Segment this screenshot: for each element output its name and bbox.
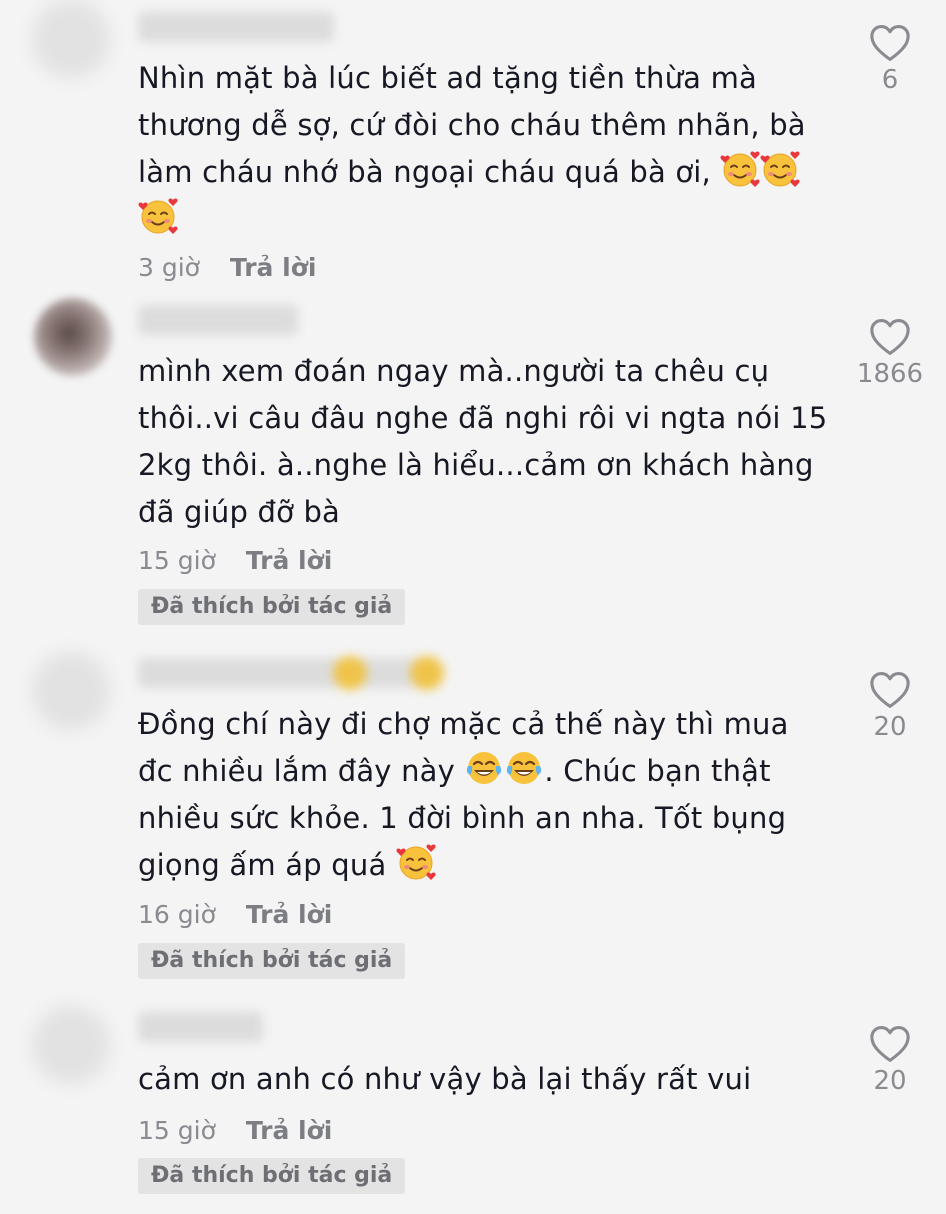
reply-button[interactable]: Trả lời	[246, 546, 333, 575]
comment-meta: 16 giờ Trả lời	[138, 900, 332, 930]
avatar[interactable]	[32, 1006, 110, 1084]
comment-time: 3 giờ	[138, 253, 200, 282]
username-blurred[interactable]	[138, 305, 298, 335]
comment-text: cảm ơn anh có như vậy bà lại thấy rất vu…	[138, 1056, 828, 1103]
comment-text: Nhìn mặt bà lúc biết ad tặng tiền thừa m…	[138, 55, 828, 243]
liked-by-author-badge: Đã thích bởi tác giả	[138, 1158, 406, 1194]
avatar[interactable]	[34, 298, 112, 376]
face-with-tears-of-joy-icon	[464, 748, 504, 788]
smiling-face-with-hearts-icon	[396, 842, 436, 882]
heart-outline-icon[interactable]	[869, 318, 911, 356]
avatar[interactable]	[32, 0, 110, 78]
like-button[interactable]: 1866	[840, 318, 940, 389]
username-emoji-blurred	[410, 656, 444, 690]
smiling-face-with-hearts-icon	[720, 149, 760, 189]
liked-by-author-badge: Đã thích bởi tác giả	[138, 589, 406, 625]
smiling-face-with-hearts-icon	[138, 196, 178, 236]
comment-text: mình xem đoán ngay mà..người ta chêu cụ …	[138, 348, 828, 536]
comment-time: 15 giờ	[138, 546, 216, 575]
comment-body: mình xem đoán ngay mà..người ta chêu cụ …	[138, 354, 828, 529]
face-with-tears-of-joy-icon	[504, 748, 544, 788]
heart-outline-icon[interactable]	[869, 1025, 911, 1063]
username-emoji-blurred	[333, 656, 367, 690]
comment-time: 16 giờ	[138, 900, 216, 929]
username-blurred[interactable]	[138, 12, 334, 42]
reply-button[interactable]: Trả lời	[230, 253, 317, 282]
comment-text: Đồng chí này đi chợ mặc cả thế này thì m…	[138, 701, 828, 889]
heart-outline-icon[interactable]	[869, 671, 911, 709]
comment-meta: 15 giờ Trả lời	[138, 1116, 332, 1146]
comment-meta: 3 giờ Trả lời	[138, 253, 316, 283]
like-count: 20	[873, 1066, 907, 1096]
like-button[interactable]: 20	[840, 1025, 940, 1096]
liked-by-author-badge: Đã thích bởi tác giả	[138, 943, 406, 979]
like-count: 6	[881, 65, 899, 95]
smiling-face-with-hearts-icon	[760, 149, 800, 189]
comment-body: Nhìn mặt bà lúc biết ad tặng tiền thừa m…	[138, 61, 806, 189]
comment-meta: 15 giờ Trả lời	[138, 546, 332, 576]
comment-time: 15 giờ	[138, 1116, 216, 1145]
reply-button[interactable]: Trả lời	[246, 900, 333, 929]
avatar[interactable]	[32, 652, 110, 730]
username-blurred[interactable]	[138, 656, 444, 690]
reply-button[interactable]: Trả lời	[246, 1116, 333, 1145]
like-count: 1866	[856, 359, 924, 389]
username-blurred[interactable]	[138, 1012, 263, 1042]
like-count: 20	[873, 712, 907, 742]
like-button[interactable]: 6	[840, 24, 940, 95]
comment-body: cảm ơn anh có như vậy bà lại thấy rất vu…	[138, 1062, 752, 1096]
heart-outline-icon[interactable]	[869, 24, 911, 62]
like-button[interactable]: 20	[840, 671, 940, 742]
